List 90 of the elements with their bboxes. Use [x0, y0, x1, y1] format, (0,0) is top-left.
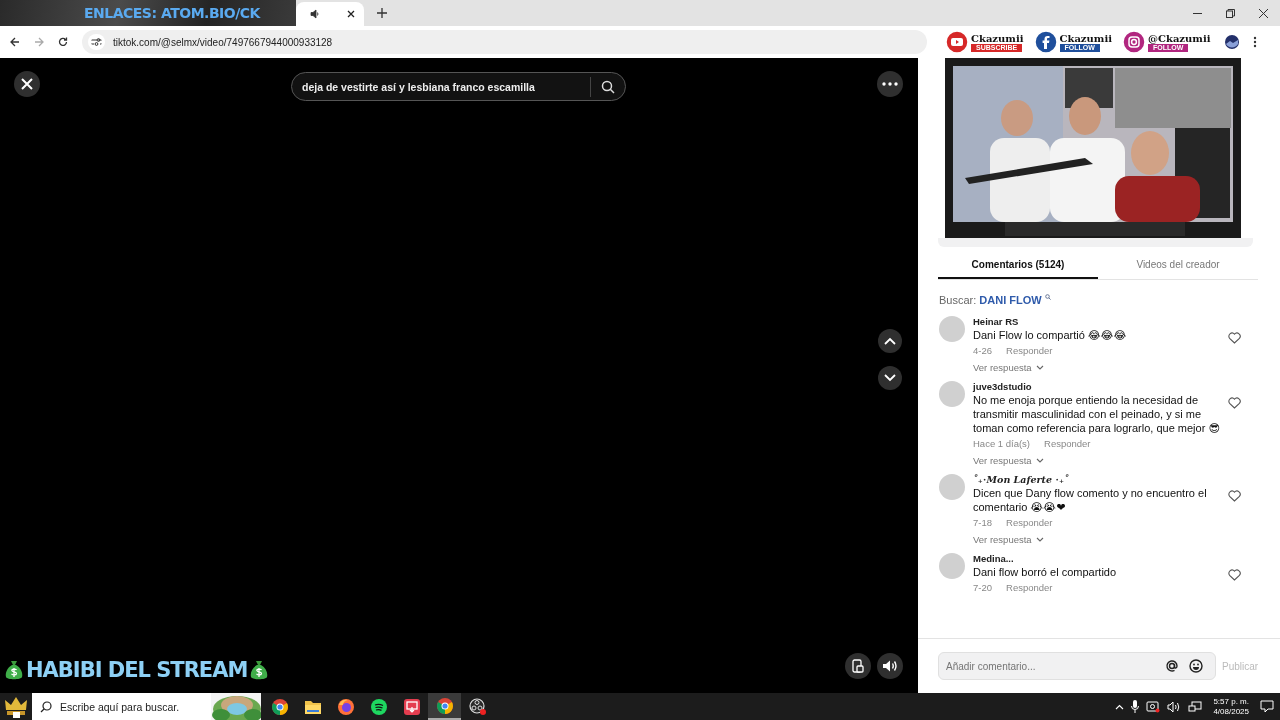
taskbar-app[interactable]	[428, 693, 461, 720]
network-icon[interactable]	[1188, 700, 1203, 713]
round-logo-icon	[436, 697, 453, 714]
restore-icon[interactable]	[1226, 8, 1235, 18]
search-term-link[interactable]: DANI FLOW	[979, 294, 1042, 306]
channel-name: Ckazumii	[971, 32, 1024, 44]
stream-banner: ENLACES: ATOM.BIO/CK	[0, 0, 296, 26]
profile-avatar-icon[interactable]	[1224, 35, 1239, 49]
crown-icon[interactable]	[4, 695, 28, 718]
chevron-up-icon[interactable]	[1115, 703, 1125, 710]
comment-text: No me enoja porque entiendo la necesidad de transmitir masculinidad con el peinado, y si me toman como referencia para lograrlo, que mejor 😎	[973, 393, 1221, 435]
chevron-down-icon	[1035, 458, 1044, 463]
search-icon[interactable]	[601, 79, 615, 94]
reply-link[interactable]: Responder	[1006, 517, 1053, 528]
picture-in-picture-button[interactable]	[845, 653, 871, 679]
search-field[interactable]: deja de vestirte así y lesbiana franco escamilla	[291, 72, 626, 101]
more-icon	[882, 82, 898, 86]
next-video-button[interactable]	[878, 366, 902, 390]
reload-icon[interactable]	[58, 37, 68, 47]
chevron-down-icon	[884, 374, 896, 382]
camera-icon[interactable]	[1146, 700, 1161, 713]
search-icon	[40, 700, 52, 713]
reply-link[interactable]: Responder	[1044, 438, 1091, 449]
username[interactable]: juve3dstudio	[973, 381, 1228, 393]
reply-link[interactable]: Responder	[1006, 345, 1053, 356]
close-icon[interactable]	[347, 10, 355, 18]
heart-icon[interactable]	[1228, 490, 1241, 502]
folder-icon	[304, 699, 321, 714]
tab[interactable]: Comentarios (5124)	[938, 255, 1098, 279]
comment-input[interactable]: Añadir comentario...	[938, 652, 1216, 680]
f-letter-icon	[1033, 30, 1058, 54]
view-replies-link[interactable]: Ver respuesta	[973, 534, 1044, 545]
username[interactable]: ˚₊⋅Mon Laferte ⋅₊˚	[973, 474, 1228, 486]
comment-date: 7-18	[973, 517, 992, 528]
emoji-icon[interactable]	[1189, 659, 1203, 673]
screen-icon	[403, 698, 420, 715]
play-icon	[945, 30, 969, 54]
chevron-down-icon	[1035, 365, 1044, 370]
camera-icon	[1122, 30, 1146, 54]
view-replies-link[interactable]: Ver respuesta	[973, 455, 1044, 466]
close-icon	[21, 78, 33, 90]
heart-icon[interactable]	[1228, 332, 1241, 344]
comment-date: 4-26	[973, 345, 992, 356]
tab[interactable]: Videos del creador	[1098, 255, 1258, 279]
new-tab-icon[interactable]	[377, 8, 387, 18]
comment-text: Dani Flow lo compartió 😂😂😂	[973, 328, 1128, 342]
close-button[interactable]	[14, 71, 40, 97]
fox-logo-icon	[337, 698, 354, 715]
record-icon	[468, 697, 487, 716]
money-bag-icon	[249, 659, 270, 681]
close-icon[interactable]	[1259, 8, 1268, 18]
username[interactable]: Medina...	[973, 553, 1228, 565]
search-icon	[1044, 294, 1051, 300]
comment-date: Hace 1 día(s)	[973, 438, 1031, 449]
round-logo-icon	[271, 698, 288, 715]
url-text: tiktok.com/@selmx/video/7497667944000933128	[113, 36, 333, 48]
previous-video-button[interactable]	[878, 329, 902, 353]
money-bag-icon	[4, 659, 24, 681]
mention-icon[interactable]	[1165, 659, 1179, 673]
notification-icon[interactable]	[1260, 700, 1274, 713]
volume-button[interactable]	[877, 653, 903, 679]
microphone-icon[interactable]	[1131, 700, 1140, 713]
comment-text-input[interactable]: Añadir comentario...	[944, 659, 1155, 673]
speaker-icon	[882, 659, 898, 673]
channel-name: Ckazumii	[1059, 32, 1112, 44]
search-label: Buscar:	[939, 294, 977, 306]
channel-name: @Ckazumii	[1148, 32, 1211, 44]
phone-icon	[852, 659, 864, 673]
site-settings-icon[interactable]	[88, 34, 105, 50]
heart-icon[interactable]	[1228, 569, 1241, 581]
comment-text: Dicen que Dany flow comento y no encuentro el comentario 😭😭❤	[973, 486, 1208, 514]
comment-date: 7-20	[973, 582, 992, 593]
clock[interactable]: 5:57 p. m. 4/08/2025	[1213, 696, 1249, 717]
browser-tab[interactable]	[296, 2, 364, 26]
heart-icon[interactable]	[1228, 397, 1241, 409]
view-replies-link[interactable]: Ver respuesta	[973, 362, 1044, 373]
taskbar-search-field[interactable]: Escribe aquí para buscar.	[32, 693, 261, 720]
stream-title: HABIBI DEL STREAM	[26, 658, 248, 682]
reply-link[interactable]: Responder	[1006, 582, 1053, 593]
music-logo-icon	[370, 698, 387, 715]
comment-text: Dani flow borró el compartido	[973, 565, 1118, 579]
speaker-icon[interactable]	[1167, 700, 1182, 713]
back-icon[interactable]	[10, 37, 20, 47]
username[interactable]: Heinar RS	[973, 316, 1228, 328]
video-player[interactable]: deja de vestirte así y lesbiana franco escamilla HABIBI DEL STREAM	[0, 58, 918, 693]
menu-icon[interactable]	[1252, 36, 1257, 48]
chevron-up-icon	[884, 337, 896, 345]
more-button[interactable]	[877, 71, 903, 97]
chevron-down-icon	[1035, 537, 1044, 542]
address-bar[interactable]: tiktok.com/@selmx/video/7497667944000933128	[82, 30, 927, 54]
